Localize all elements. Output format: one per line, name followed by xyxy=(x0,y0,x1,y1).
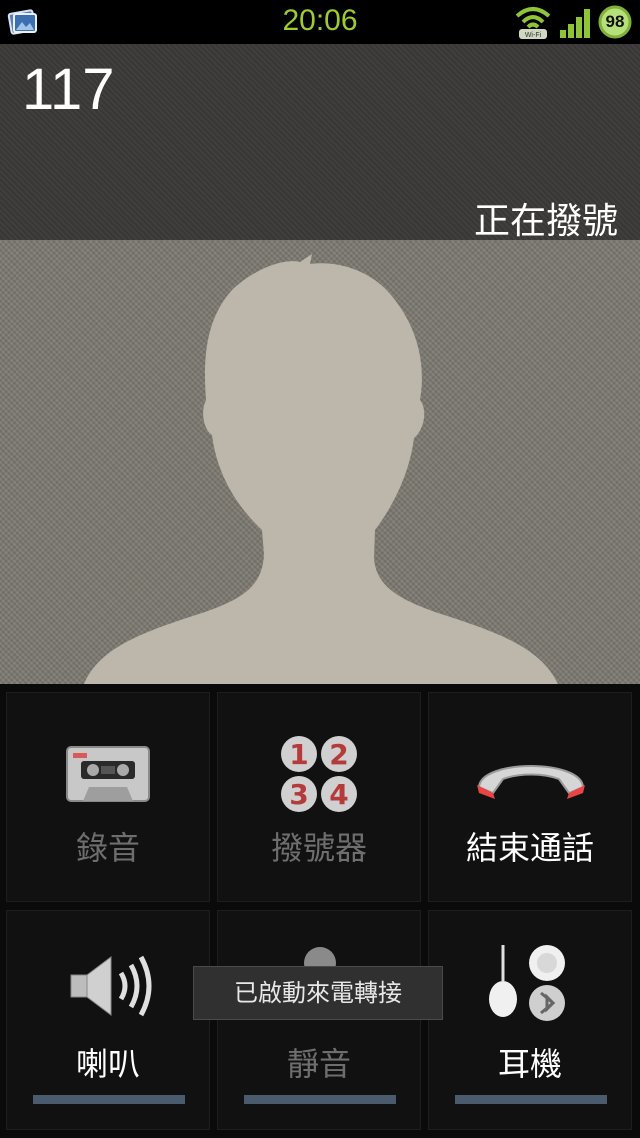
end-call-icon xyxy=(477,765,585,799)
cassette-icon xyxy=(66,746,150,802)
mute-label: 靜音 xyxy=(286,1045,351,1083)
record-label: 錄音 xyxy=(75,829,140,867)
svg-text:Wi-Fi: Wi-Fi xyxy=(525,32,542,39)
end-call-button[interactable]: 結束通話 xyxy=(428,692,632,902)
in-call-controls: 錄音 1 2 3 4 撥號器 結束通話 喇叭 靜音 耳機 xyxy=(0,684,640,1138)
headset-bluetooth-icon xyxy=(489,945,565,1021)
speaker-label: 喇叭 xyxy=(75,1045,140,1083)
dialpad-label: 撥號器 xyxy=(270,829,367,867)
mute-button[interactable]: 靜音 xyxy=(217,910,421,1130)
mute-toggle-bar xyxy=(244,1095,396,1104)
status-bar: 20:06 Wi-Fi 98 xyxy=(0,0,640,44)
svg-text:1: 1 xyxy=(289,738,308,771)
call-number: 117 xyxy=(22,57,115,122)
headset-label: 耳機 xyxy=(497,1045,562,1083)
battery-level: 98 xyxy=(605,12,625,31)
speaker-toggle-bar xyxy=(33,1095,185,1104)
person-silhouette-icon xyxy=(84,254,558,684)
record-button[interactable]: 錄音 xyxy=(6,692,210,902)
dialpad-button[interactable]: 1 2 3 4 撥號器 xyxy=(217,692,421,902)
contact-photo xyxy=(0,240,640,684)
wifi-icon: Wi-Fi xyxy=(515,7,551,39)
headset-toggle-bar xyxy=(455,1095,607,1104)
headset-button[interactable]: 耳機 xyxy=(428,910,632,1130)
signal-icon xyxy=(560,9,590,38)
end-call-label: 結束通話 xyxy=(465,829,594,867)
call-status: 正在撥號 xyxy=(473,201,618,242)
svg-text:2: 2 xyxy=(329,738,348,771)
speaker-button[interactable]: 喇叭 xyxy=(6,910,210,1130)
toast-message: 已啟動來電轉接 xyxy=(193,966,443,1020)
svg-text:3: 3 xyxy=(289,778,308,811)
speaker-icon xyxy=(70,955,152,1017)
dialpad-icon: 1 2 3 4 xyxy=(281,736,357,812)
svg-text:4: 4 xyxy=(329,778,348,811)
